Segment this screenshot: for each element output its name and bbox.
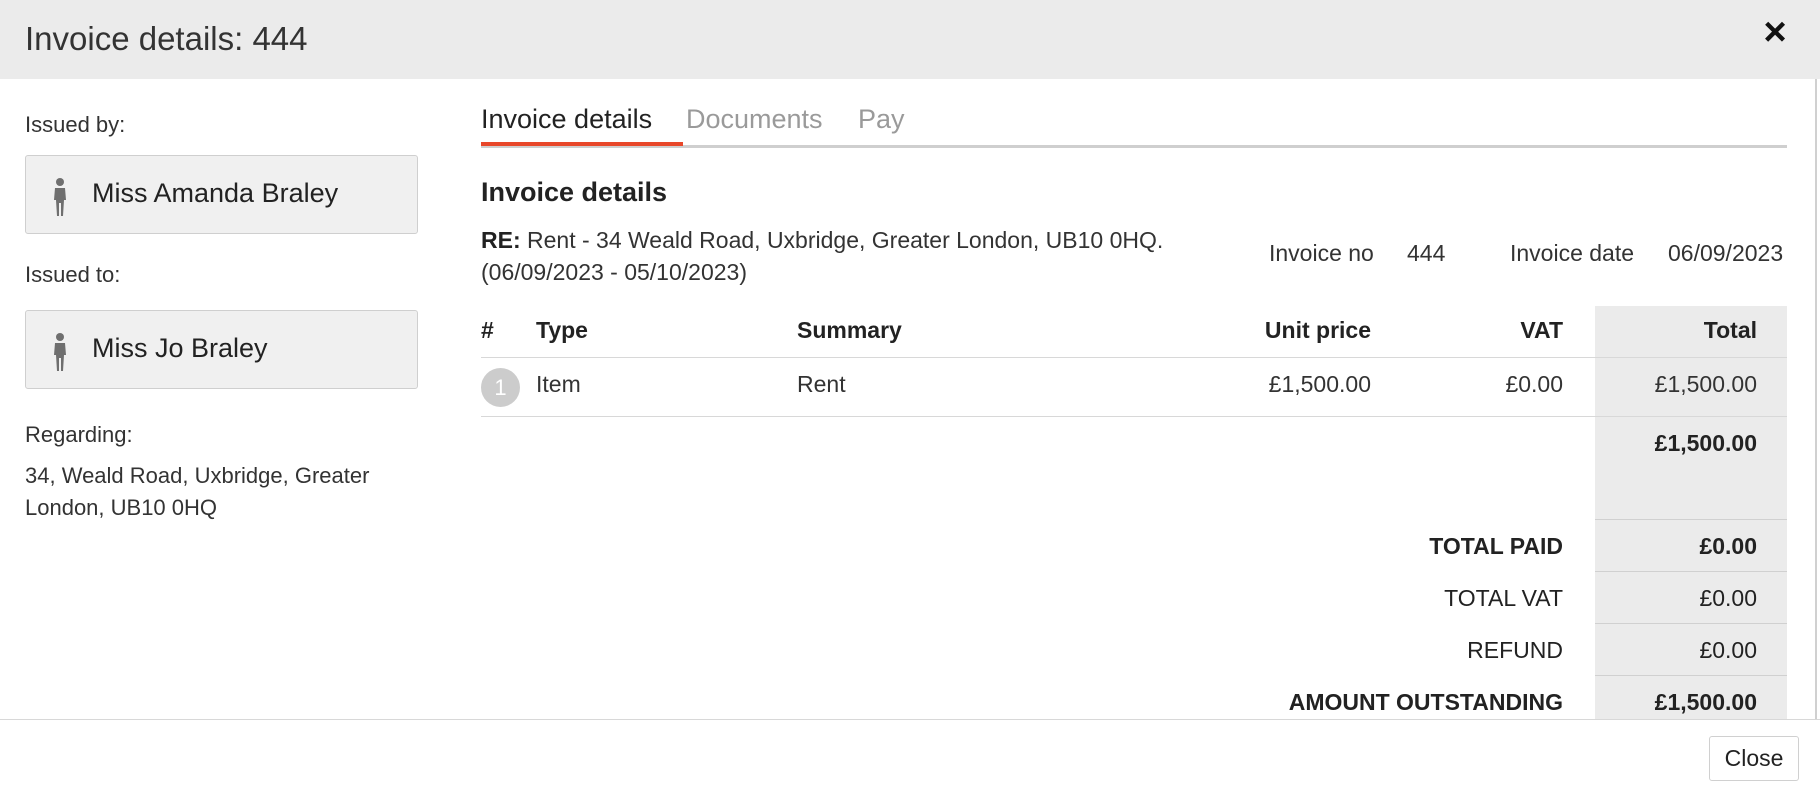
issued-to-label: Issued to: <box>25 262 121 287</box>
amount-outstanding-label: AMOUNT OUTSTANDING <box>1288 689 1563 715</box>
section-title: Invoice details <box>481 177 668 207</box>
refund-label: REFUND <box>1467 637 1563 663</box>
tab-documents[interactable]: Documents <box>686 104 823 135</box>
row-total: £1,500.00 <box>1654 371 1757 397</box>
col-header-type: Type <box>536 317 588 343</box>
tab-pay[interactable]: Pay <box>858 104 905 135</box>
scrollbar[interactable] <box>1815 79 1817 719</box>
invoice-no-label: Invoice no <box>1269 240 1374 266</box>
row-number-badge: 1 <box>481 368 520 407</box>
issued-by-label: Issued by: <box>25 112 126 137</box>
invoice-date-label: Invoice date <box>1510 240 1635 266</box>
modal-title: Invoice details: 444 <box>25 20 308 57</box>
re-label: RE: <box>481 227 521 253</box>
total-vat-label: TOTAL VAT <box>1444 585 1563 611</box>
col-header-unit-price: Unit price <box>1264 317 1371 343</box>
row-vat: £0.00 <box>1505 371 1563 397</box>
issued-by-card[interactable]: Miss Amanda Braley <box>25 155 418 234</box>
person-icon <box>54 333 66 371</box>
total-paid-label: TOTAL PAID <box>1429 533 1563 559</box>
tab-invoice-details[interactable]: Invoice details <box>481 104 652 135</box>
re-line: RE: Rent - 34 Weald Road, Uxbridge, Grea… <box>481 224 1241 288</box>
col-header-summary: Summary <box>797 317 902 343</box>
row-unit-price: £1,500.00 <box>1268 371 1371 397</box>
col-header-number: # <box>481 317 494 343</box>
issued-by-name: Miss Amanda Braley <box>92 178 339 208</box>
total-paid-value: £0.00 <box>1699 533 1757 559</box>
amount-outstanding-value: £1,500.00 <box>1654 689 1757 715</box>
re-text: Rent - 34 Weald Road, Uxbridge, Greater … <box>481 227 1164 285</box>
row-divider <box>481 416 1787 417</box>
tab-bar: Invoice details Documents Pay <box>481 102 1787 148</box>
person-icon <box>54 178 66 216</box>
total-vat-divider <box>1595 623 1787 624</box>
subtotal-divider <box>1595 519 1787 520</box>
regarding-label: Regarding: <box>25 422 133 447</box>
header-divider <box>481 357 1787 358</box>
invoice-no-value: 444 <box>1407 240 1446 266</box>
total-paid-divider <box>1595 571 1787 572</box>
footer-divider <box>0 719 1820 720</box>
modal-header: Invoice details: 444 × <box>0 0 1820 79</box>
row-summary: Rent <box>797 371 846 397</box>
regarding-address: 34, Weald Road, Uxbridge, Greater London… <box>25 463 370 520</box>
refund-value: £0.00 <box>1699 637 1757 663</box>
row-type: Item <box>536 371 581 397</box>
active-tab-indicator <box>481 142 683 146</box>
col-header-vat: VAT <box>1520 317 1563 343</box>
close-button[interactable]: Close <box>1709 736 1799 781</box>
issued-to-card[interactable]: Miss Jo Braley <box>25 310 418 389</box>
total-vat-value: £0.00 <box>1699 585 1757 611</box>
invoice-date-value: 06/09/2023 <box>1668 240 1784 266</box>
col-header-total: Total <box>1703 317 1757 343</box>
issued-to-name: Miss Jo Braley <box>92 333 268 363</box>
refund-divider <box>1595 675 1787 676</box>
subtotal-value: £1,500.00 <box>1654 430 1757 456</box>
close-icon[interactable]: × <box>1755 12 1795 52</box>
